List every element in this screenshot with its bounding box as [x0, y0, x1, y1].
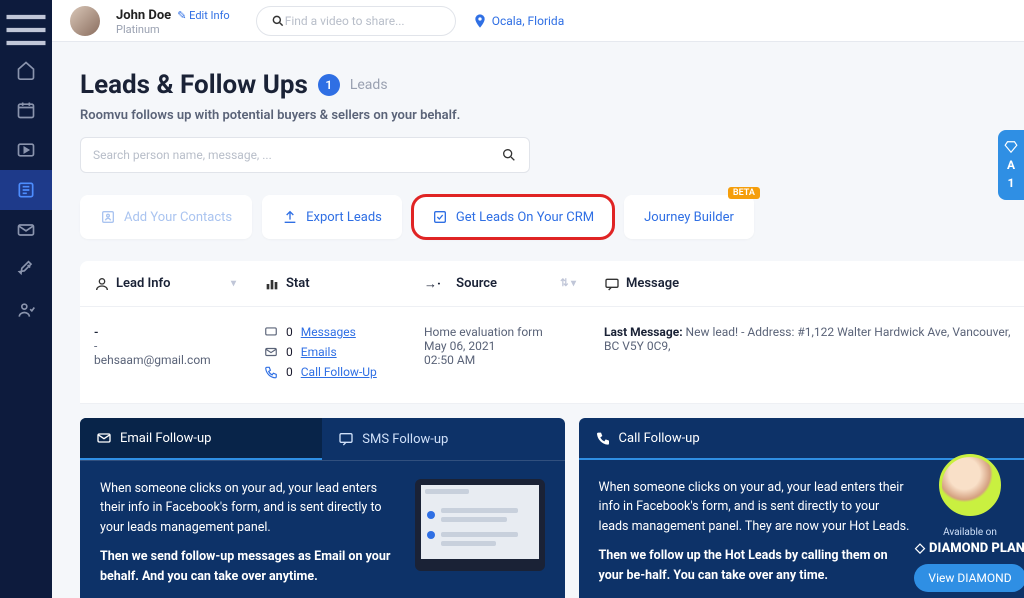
- support-avatar: [939, 454, 1001, 516]
- hamburger-icon[interactable]: [0, 10, 52, 50]
- nav-leads[interactable]: [0, 170, 52, 210]
- tab-email-followup[interactable]: Email Follow-up: [80, 418, 322, 460]
- promo-available: Available on: [943, 527, 997, 538]
- sms-icon: [338, 431, 354, 447]
- journey-builder-button[interactable]: Journey Builder: [624, 195, 754, 239]
- diamond-promo: Available on ◇ DIAMOND PLAN View DIAMOND: [910, 454, 1024, 592]
- beta-badge: BETA: [728, 187, 760, 199]
- person-icon: [94, 276, 110, 292]
- phone-icon: [595, 430, 611, 446]
- call-followup-link[interactable]: Call Follow-Up: [301, 365, 377, 379]
- call-card-p2: Then we follow up the Hot Leads by calli…: [599, 548, 888, 582]
- lead-search[interactable]: [80, 137, 530, 173]
- th-message[interactable]: Message: [590, 276, 1024, 292]
- promo-plan: DIAMOND PLAN: [929, 541, 1024, 556]
- messages-link[interactable]: Messages: [301, 325, 356, 339]
- phone-icon: [264, 365, 278, 379]
- top-search[interactable]: [256, 6, 456, 36]
- table-row[interactable]: - - behsaam@gmail.com 0Messages 0Emails …: [80, 307, 1024, 404]
- message-icon: [264, 325, 278, 339]
- diamond-icon: [1004, 140, 1018, 154]
- pin-icon: [472, 13, 488, 29]
- source-date: May 06, 2021: [424, 339, 576, 353]
- filter-icon[interactable]: ▾: [231, 278, 236, 289]
- message-icon: [604, 276, 620, 292]
- tab-sms-followup[interactable]: SMS Follow-up: [322, 418, 564, 460]
- nav-home[interactable]: [0, 50, 52, 90]
- view-diamond-button[interactable]: View DIAMOND: [914, 564, 1024, 592]
- lead-count-label: Leads: [350, 77, 388, 93]
- call-card-p1: When someone clicks on your ad, your lea…: [599, 478, 910, 536]
- lead-count-badge: 1: [318, 74, 340, 96]
- emails-link[interactable]: Emails: [301, 345, 337, 359]
- nav-promote[interactable]: [0, 250, 52, 290]
- nav-calendar[interactable]: [0, 90, 52, 130]
- page-title: Leads & Follow Ups: [80, 70, 308, 100]
- followup-call-card: Call Follow-up When someone clicks on yo…: [579, 418, 1024, 598]
- table-header: Lead Info▾ Stat →· Source⇅ ▾ Message: [80, 261, 1024, 307]
- lead-name: -: [94, 325, 236, 339]
- lead-phone: -: [94, 339, 236, 353]
- diamond-icon: ◇: [915, 541, 925, 556]
- user-name: John Doe: [116, 8, 171, 23]
- mail-icon: [96, 430, 112, 446]
- contacts-icon: [100, 209, 116, 225]
- upload-icon: [282, 209, 298, 225]
- source-title: Home evaluation form: [424, 325, 576, 339]
- search-icon: [501, 147, 517, 163]
- add-contacts-button[interactable]: Add Your Contacts: [80, 195, 252, 239]
- location-text: Ocala, Florida: [492, 14, 565, 28]
- bar-chart-icon: [264, 276, 280, 292]
- th-source[interactable]: →· Source⇅ ▾: [410, 276, 590, 292]
- page-description: Roomvu follows up with potential buyers …: [80, 108, 1024, 123]
- mail-icon: [264, 345, 278, 359]
- export-leads-button[interactable]: Export Leads: [262, 195, 402, 239]
- th-lead-info[interactable]: Lead Info▾: [80, 276, 250, 292]
- email-card-p2: Then we send follow-up messages as Email…: [100, 549, 390, 583]
- nav-video[interactable]: [0, 130, 52, 170]
- lead-search-input[interactable]: [93, 148, 501, 162]
- search-icon: [271, 13, 285, 29]
- followup-email-card: Email Follow-up SMS Follow-up When someo…: [80, 418, 565, 598]
- last-message-label: Last Message:: [604, 325, 683, 339]
- sort-icon[interactable]: ⇅ ▾: [560, 278, 576, 289]
- get-leads-crm-button[interactable]: Get Leads On Your CRM: [412, 195, 614, 239]
- floating-widget[interactable]: A 1: [998, 130, 1024, 200]
- laptop-mock: [415, 479, 545, 571]
- edit-info-link[interactable]: ✎ Edit Info: [177, 9, 229, 22]
- source-time: 02:50 AM: [424, 353, 576, 367]
- check-box-icon: [432, 209, 448, 225]
- location-link[interactable]: Ocala, Florida: [472, 13, 565, 29]
- avatar[interactable]: [70, 6, 100, 36]
- user-tier: Platinum: [116, 24, 230, 36]
- email-card-p1: When someone clicks on your ad, your lea…: [100, 479, 401, 537]
- th-stat[interactable]: Stat: [250, 276, 410, 292]
- nav-mail[interactable]: [0, 210, 52, 250]
- lead-email: behsaam@gmail.com: [94, 353, 236, 367]
- nav-profile[interactable]: [0, 290, 52, 330]
- top-search-input[interactable]: [285, 14, 441, 28]
